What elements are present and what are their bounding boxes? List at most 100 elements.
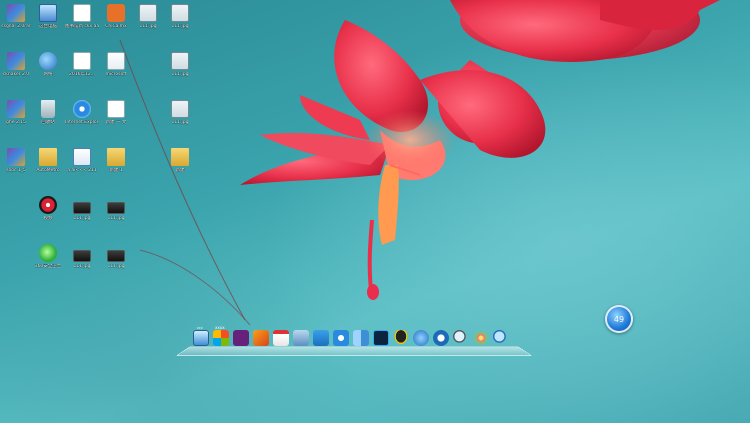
search-magnifier-icon[interactable]	[453, 330, 469, 346]
desktop-icon-jpg-8[interactable]: 111.jpg	[164, 100, 196, 140]
document-icon	[107, 52, 125, 70]
image-icon	[171, 100, 189, 118]
media-player-icon	[39, 196, 57, 214]
desktop-icon-winrar-3[interactable]: ghe 2.15	[0, 100, 32, 140]
desktop-icon-label: 新建 一 文	[105, 120, 127, 125]
desktop-icon-label: 新建 1	[109, 168, 123, 173]
image-icon	[171, 52, 189, 70]
desktop-icon-doc-4[interactable]: 新建 一 文	[100, 100, 132, 140]
desktop-icon-label: 111.jpg	[171, 120, 189, 125]
desktop-icon-label: 111.jpg	[73, 216, 91, 221]
recycle-bin-icon	[41, 100, 55, 118]
matlab-icon[interactable]	[253, 330, 269, 346]
folder-icon	[107, 148, 125, 166]
desktop-icon-computer[interactable]: 这台电脑	[32, 4, 64, 44]
desktop-icon-doc-2[interactable]: 2016年12...	[66, 52, 98, 92]
app-icon	[107, 4, 125, 22]
desktop-icon-jpg-2[interactable]: 111.jpg	[66, 244, 98, 284]
desktop-icon-360[interactable]: 360安全卫士	[32, 244, 64, 284]
desktop-icon-label: microsoft	[105, 72, 127, 77]
desktop-icon-folder-1[interactable]: 新建 1	[100, 148, 132, 188]
desktop-icon-label: 111.jpg	[73, 264, 91, 269]
desktop-icon-label: 回收站	[41, 120, 55, 125]
monitor-icon[interactable]	[193, 330, 209, 346]
desktop-icon-ie[interactable]: Internet Explorer	[65, 100, 99, 140]
desktop-icon-label: Internet Explorer	[65, 120, 99, 125]
desktop-icon-label: a ai<<< 211	[67, 168, 97, 173]
desktop-icon-autometro[interactable]: AutoMetro	[32, 148, 64, 188]
ie-icon	[73, 100, 91, 118]
desktop-icon-label: 2016年12...	[69, 72, 95, 77]
browser-icon[interactable]	[413, 330, 429, 346]
desktop-icon-jpg-5[interactable]: 111.jpg	[132, 4, 164, 44]
desktop-icon-label: 111.jpg	[107, 216, 125, 221]
desktop-icon-doc-1[interactable]: 图书馆新 ckx aaxx	[65, 4, 99, 44]
desktop-icon-recycle-bin[interactable]: 回收站	[32, 100, 64, 140]
desktop-icon-jpg-3[interactable]: 111.jpg	[100, 196, 132, 236]
desktop-icon-jpg-7[interactable]: 111.jpg	[164, 52, 196, 92]
winrar-icon	[7, 52, 25, 70]
image-icon	[171, 4, 189, 22]
document-icon	[107, 100, 125, 118]
desktop-icon-label: 111.jpg	[139, 24, 157, 29]
desktop-icon-label: 新建	[175, 168, 185, 173]
desktop-icon-winrar-2[interactable]: cknaker 2.0	[0, 52, 32, 92]
flower-icon[interactable]	[473, 330, 489, 346]
desktop-icon-jpg-4[interactable]: 111.jpg	[100, 244, 132, 284]
desktop-icon-label: 111.jpg	[171, 72, 189, 77]
desktop-icon-doc-3[interactable]: microsoft	[100, 52, 132, 92]
document-icon	[73, 4, 91, 22]
photoshop-icon[interactable]	[373, 330, 389, 346]
desktop-icon-video[interactable]: 视频	[32, 196, 64, 236]
desktop-icon-jpg-6[interactable]: 111.jpg	[164, 4, 196, 44]
image-icon	[107, 202, 125, 214]
visual-studio-icon[interactable]	[233, 330, 249, 346]
document-icon	[73, 52, 91, 70]
dock-shelf	[175, 346, 533, 357]
preview-icon[interactable]	[293, 330, 309, 346]
desktop-icon-label: cknaker 2.0	[2, 72, 30, 77]
folder-icon	[39, 148, 57, 166]
pen-icon[interactable]	[313, 330, 329, 346]
desktop-icon-label: 360安全卫士	[34, 264, 62, 269]
word-icon	[73, 148, 91, 166]
calendar-icon[interactable]	[273, 330, 289, 346]
desktop-icon-winrar-4[interactable]: sooc 1_5	[0, 148, 32, 188]
windows-icon[interactable]	[213, 330, 229, 346]
desktop: ssgnal 2.0rar cknaker 2.0 ghe 2.15 sooc …	[0, 0, 750, 423]
network-icon	[39, 52, 57, 70]
desktop-icon-label: 图书馆新 ckx aaxx	[65, 24, 99, 29]
desktop-icon-label: AutoMetro	[36, 168, 60, 173]
desktop-icon-folder-2[interactable]: 新建	[164, 148, 196, 188]
desktop-icon-word[interactable]: a ai<<< 211	[66, 148, 98, 188]
desktop-icon-label: 111.jpg	[171, 24, 189, 29]
desktop-icon-label: 视频	[43, 216, 53, 221]
desktop-icon-label: ChiCaimx	[105, 24, 127, 29]
desktop-icon-label: 111.jpg	[107, 264, 125, 269]
desktop-icon-jpg-1[interactable]: 111.jpg	[66, 196, 98, 236]
desktop-icon-app[interactable]: ChiCaimx	[100, 4, 132, 44]
desktop-icon-label: sooc 1_5	[6, 168, 26, 173]
folder-icon	[171, 148, 189, 166]
desktop-icon-label: 网络	[43, 72, 53, 77]
winrar-icon	[7, 148, 25, 166]
zoom-icon[interactable]	[493, 330, 509, 346]
winrar-icon	[7, 4, 25, 22]
qq-penguin-icon[interactable]	[393, 330, 409, 346]
desktop-icon-winrar-1[interactable]: ssgnal 2.0rar	[0, 4, 32, 44]
security-guard-icon	[39, 244, 57, 262]
image-icon	[139, 4, 157, 22]
finder-icon[interactable]	[353, 330, 369, 346]
dock: ccc XXXX	[175, 326, 533, 357]
network-cloud-icon[interactable]	[333, 330, 349, 346]
desktop-icon-network[interactable]: 网络	[32, 52, 64, 92]
desktop-icon-label: 这台电脑	[39, 24, 57, 29]
image-icon	[107, 250, 125, 262]
image-icon	[73, 202, 91, 214]
desktop-icon-label: ghe 2.15	[6, 120, 26, 125]
k-icon[interactable]	[433, 330, 449, 346]
desktop-icon-label: ssgnal 2.0rar	[1, 24, 31, 29]
image-icon	[73, 250, 91, 262]
floating-accelerator-ball[interactable]: 49	[605, 305, 633, 333]
dock-items	[193, 330, 509, 346]
